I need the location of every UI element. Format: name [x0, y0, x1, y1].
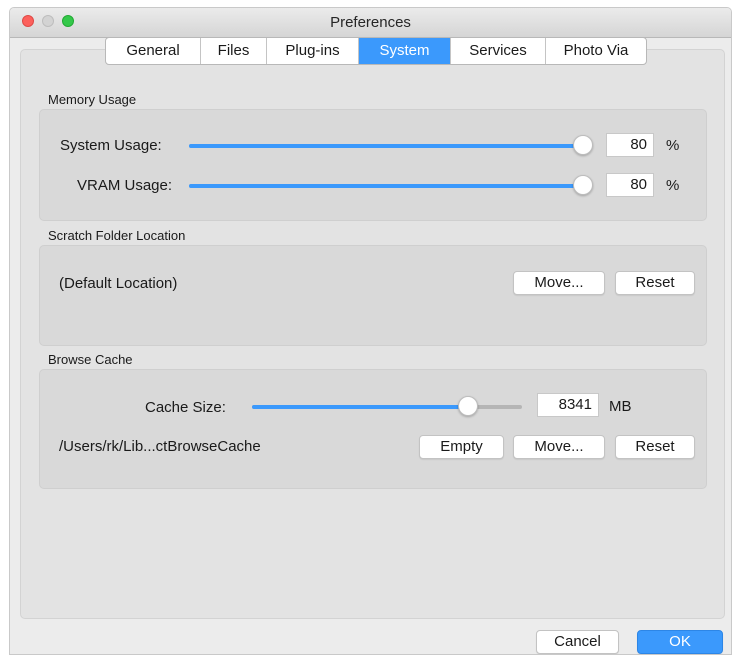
tab-system[interactable]: System: [359, 38, 451, 64]
cache-size-slider[interactable]: [252, 396, 522, 416]
system-usage-slider[interactable]: [189, 135, 593, 155]
tab-bar: General Files Plug-ins System Services P…: [105, 37, 647, 65]
scratch-folder-path: (Default Location): [59, 275, 178, 292]
cancel-button[interactable]: Cancel: [536, 630, 619, 654]
cache-empty-button[interactable]: Empty: [419, 435, 504, 459]
scratch-folder-group: (Default Location) Move... Reset: [39, 245, 707, 346]
tab-photo-via[interactable]: Photo Via: [546, 38, 646, 64]
ok-button[interactable]: OK: [637, 630, 723, 654]
vram-usage-unit: %: [666, 177, 680, 194]
cache-size-label: Cache Size:: [145, 399, 226, 416]
browse-cache-heading: Browse Cache: [48, 352, 133, 367]
scratch-reset-button[interactable]: Reset: [615, 271, 695, 295]
preferences-window: Preferences General Files Plug-ins Syste…: [9, 7, 732, 655]
tab-plug-ins[interactable]: Plug-ins: [267, 38, 359, 64]
cache-move-button[interactable]: Move...: [513, 435, 605, 459]
system-usage-slider-fill: [189, 144, 583, 148]
cache-folder-path: /Users/rk/Lib...ctBrowseCache: [59, 438, 261, 455]
system-usage-slider-thumb[interactable]: [572, 135, 593, 155]
tab-general[interactable]: General: [106, 38, 201, 64]
cache-size-field[interactable]: 8341: [537, 393, 599, 417]
vram-usage-slider-thumb[interactable]: [572, 175, 593, 195]
title-bar: Preferences: [10, 8, 731, 38]
cache-reset-button[interactable]: Reset: [615, 435, 695, 459]
system-usage-unit: %: [666, 137, 680, 154]
tab-services[interactable]: Services: [451, 38, 546, 64]
window-title: Preferences: [330, 14, 411, 31]
system-usage-label: System Usage:: [60, 137, 162, 154]
tab-files[interactable]: Files: [201, 38, 267, 64]
memory-usage-group: System Usage: 80 % VRAM Usage: 80 %: [39, 109, 707, 221]
cache-size-unit: MB: [609, 398, 632, 415]
vram-usage-field[interactable]: 80: [606, 173, 654, 197]
vram-usage-slider-fill: [189, 184, 583, 188]
scratch-move-button[interactable]: Move...: [513, 271, 605, 295]
cache-size-slider-thumb[interactable]: [458, 396, 478, 416]
scratch-folder-heading: Scratch Folder Location: [48, 228, 186, 243]
vram-usage-slider[interactable]: [189, 175, 593, 195]
system-usage-field[interactable]: 80: [606, 133, 654, 157]
cache-size-slider-fill: [252, 405, 468, 409]
memory-usage-heading: Memory Usage: [48, 92, 137, 107]
browse-cache-group: Cache Size: 8341 MB /Users/rk/Lib...ctBr…: [39, 369, 707, 489]
system-pane: Memory Usage System Usage: 80 % VRAM Usa…: [20, 49, 725, 619]
vram-usage-label: VRAM Usage:: [77, 177, 173, 194]
